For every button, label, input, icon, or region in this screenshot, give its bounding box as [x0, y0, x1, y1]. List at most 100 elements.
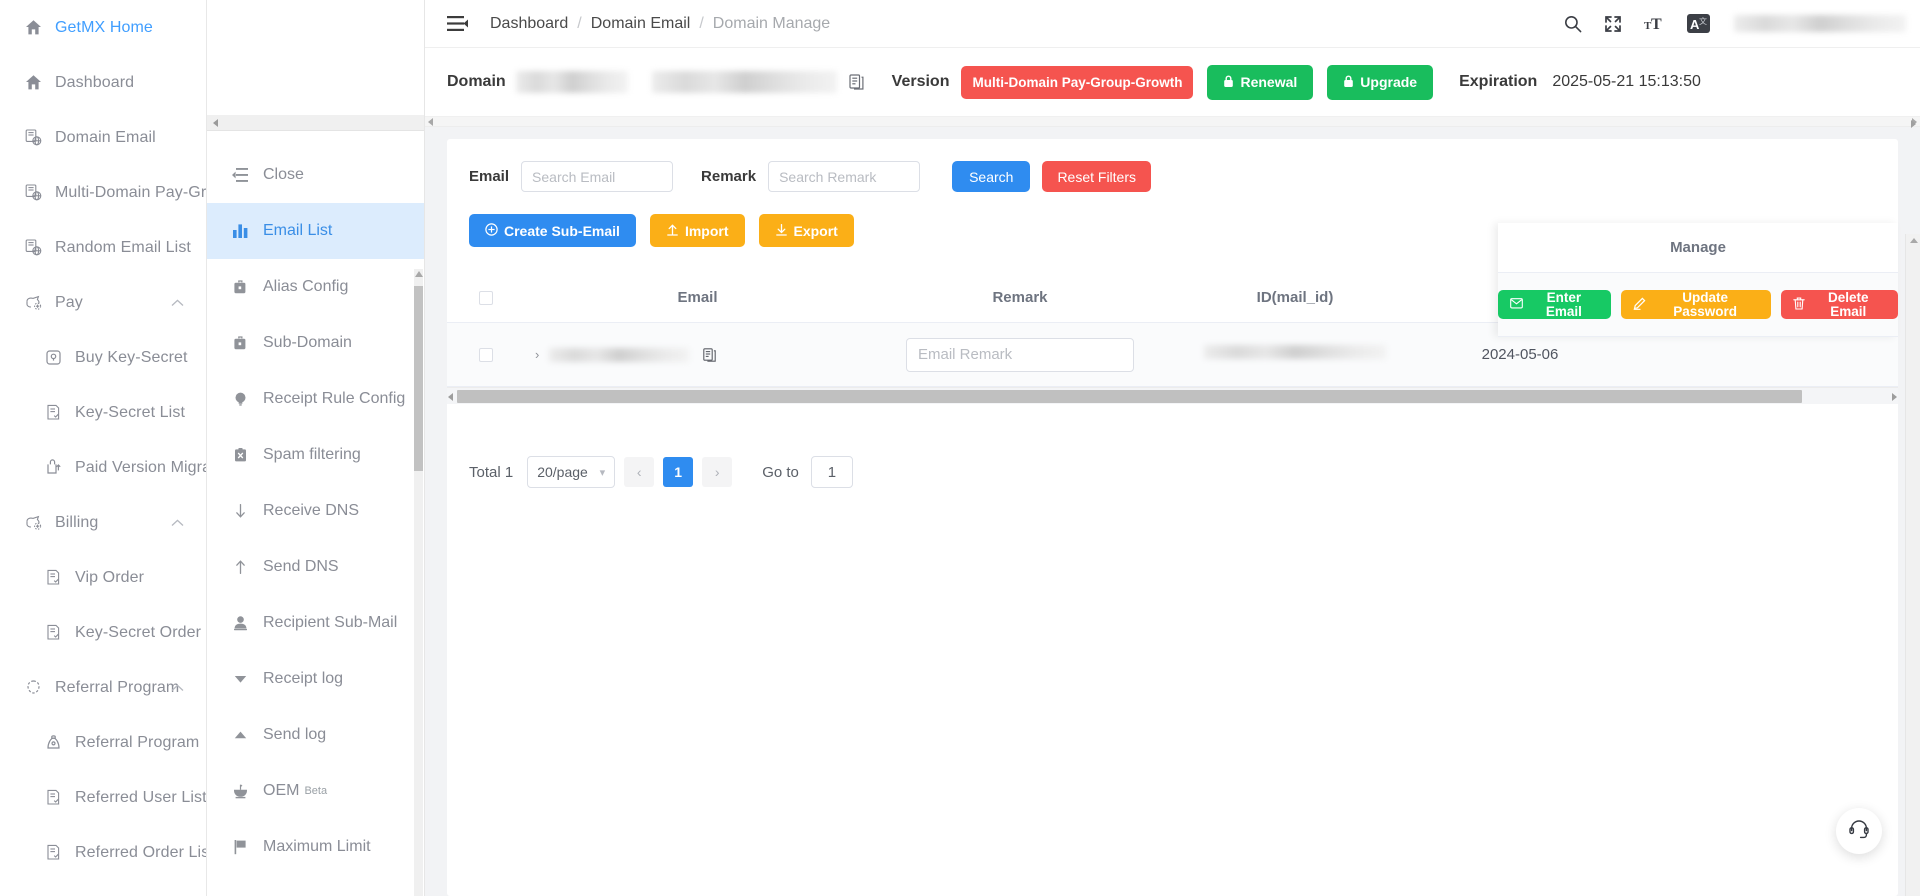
sidebar-item-vip-order[interactable]: Vip Order: [0, 550, 206, 605]
content-scroll-right-icon[interactable]: [1911, 120, 1916, 128]
breadcrumb-item-domain-email[interactable]: Domain Email: [591, 15, 691, 33]
sidebar-item-referred-order-list[interactable]: Referred Order List: [0, 825, 206, 880]
sidebar-item-billing[interactable]: Billing: [0, 495, 206, 550]
upload-icon: [666, 223, 679, 238]
hamburger-icon[interactable]: [447, 15, 468, 32]
enter-email-button[interactable]: Enter Email: [1498, 290, 1611, 319]
search-icon[interactable]: [1564, 15, 1582, 33]
font-size-icon[interactable]: T T: [1644, 15, 1665, 33]
submenu-item-spam-filtering[interactable]: Spam filtering: [207, 427, 424, 483]
svg-text:文: 文: [1699, 16, 1707, 26]
sidebar-item-key-secret-list[interactable]: Key-Secret List: [0, 385, 206, 440]
cell-remark: [870, 337, 1170, 372]
sidebar-item-key-secret-order[interactable]: Key-Secret Order: [0, 605, 206, 660]
chevron-up-icon[interactable]: [171, 514, 184, 532]
sidebar-item-label: Key-Secret List: [75, 403, 185, 421]
sidebar-item-buy-key-secret[interactable]: Buy Key-Secret: [0, 330, 206, 385]
expand-row-icon[interactable]: ›: [535, 347, 539, 362]
support-fab-button[interactable]: [1836, 808, 1882, 854]
sidebar-item-paid-version-migration[interactable]: Paid Version Migration: [0, 440, 206, 495]
scroll-up-icon[interactable]: [415, 271, 423, 277]
delete-email-button[interactable]: Delete Email: [1780, 290, 1898, 319]
import-button[interactable]: Import: [649, 214, 745, 247]
scrollbar-thumb[interactable]: [414, 286, 423, 471]
panel-collapse-bar[interactable]: [207, 115, 424, 131]
search-remark-input[interactable]: [768, 161, 921, 192]
column-header-email[interactable]: Email: [525, 289, 870, 306]
row-checkbox[interactable]: [479, 347, 493, 362]
fullscreen-icon[interactable]: [1604, 15, 1622, 33]
pagination-page-1[interactable]: 1: [663, 457, 694, 487]
sidebar-item-referral-program[interactable]: Referral Program: [0, 715, 206, 770]
sidebar-item-withdraw[interactable]: Withdraw: [0, 880, 206, 896]
submenu-item-send-log[interactable]: Send log: [207, 707, 424, 763]
collapse-left-icon[interactable]: [213, 118, 218, 127]
scroll-left-icon[interactable]: [428, 118, 433, 126]
upgrade-button-label: Upgrade: [1360, 74, 1418, 90]
lock-icon: [1223, 75, 1234, 90]
arrow-down-icon: [229, 503, 251, 519]
table-scroll-right-icon[interactable]: [1892, 393, 1897, 401]
submenu-item-receive-dns[interactable]: Receive DNS: [207, 483, 424, 539]
chevron-up-icon[interactable]: [171, 294, 184, 312]
column-header-remark[interactable]: Remark: [870, 289, 1170, 306]
update-password-button[interactable]: Update Password: [1620, 290, 1771, 319]
submenu-item-recipient-sub-mail[interactable]: Recipient Sub-Mail: [207, 595, 424, 651]
upgrade-button[interactable]: Upgrade: [1327, 64, 1434, 100]
page-size-select[interactable]: 20/page ▾: [527, 456, 616, 488]
page-vertical-scrollbar[interactable]: [1905, 234, 1920, 896]
migrate-icon: [42, 459, 64, 476]
submenu-item-receipt-rule-config[interactable]: Receipt Rule Config: [207, 371, 424, 427]
sidebar-item-label: Referred Order List: [75, 843, 207, 861]
sidebar-item-domain-email[interactable]: Domain Email: [0, 110, 206, 165]
pagination-prev-button[interactable]: ‹: [624, 457, 655, 487]
pagination-next-button[interactable]: ›: [702, 457, 733, 487]
sidebar-item-random-email-list[interactable]: Random Email List: [0, 220, 206, 275]
renewal-button[interactable]: Renewal: [1207, 64, 1314, 100]
table-scroll-left-icon[interactable]: [448, 393, 453, 401]
content-horizontal-scrollbar[interactable]: [425, 117, 1920, 127]
sidebar-item-multi-domain-pay-group[interactable]: Multi-Domain Pay-Group: [0, 165, 206, 220]
submenu-item-email-list[interactable]: Email List: [207, 203, 424, 259]
submenu-item-label: Send log: [263, 726, 327, 743]
table-horizontal-scrollbar[interactable]: [447, 387, 1898, 404]
sidebar-item-dashboard[interactable]: Dashboard: [0, 55, 206, 110]
chevron-up-icon[interactable]: [171, 679, 184, 697]
submenu-item-maximum-limit[interactable]: Maximum Limit: [207, 819, 424, 875]
submenu-item-sub-domain[interactable]: Sub-Domain: [207, 315, 424, 371]
user-account-label[interactable]: [1734, 15, 1906, 32]
submenu-item-alias-config[interactable]: Alias Config: [207, 259, 424, 315]
sidebar-item-pay[interactable]: Pay: [0, 275, 206, 330]
sidebar-item-getmx-home[interactable]: GetMX Home: [0, 0, 206, 55]
page-scroll-up-icon[interactable]: [1910, 238, 1918, 243]
copy-icon[interactable]: [849, 74, 864, 90]
submenu-item-label: Sub-Domain: [263, 334, 352, 351]
user-icon: [229, 615, 251, 631]
email-remark-input[interactable]: [906, 337, 1134, 372]
secondary-menu-panel: Close Email List Alias Config Sub-Domain Rec…: [207, 0, 425, 896]
submenu-item-send-dns[interactable]: Send DNS: [207, 539, 424, 595]
language-icon[interactable]: A 文: [1687, 14, 1710, 33]
bar-chart-icon: [229, 223, 251, 239]
search-button[interactable]: Search: [952, 161, 1031, 192]
submenu-item-close[interactable]: Close: [207, 147, 424, 203]
submenu-item-receipt-log[interactable]: Receipt log: [207, 651, 424, 707]
arrow-up-icon: [229, 559, 251, 575]
reset-filters-button[interactable]: Reset Filters: [1042, 161, 1152, 192]
table-scrollbar-thumb[interactable]: [457, 390, 1802, 403]
select-all-checkbox[interactable]: [479, 290, 493, 305]
sidebar-item-referral-program[interactable]: Referral Program: [0, 660, 206, 715]
search-email-input[interactable]: [521, 161, 674, 192]
export-button[interactable]: Export: [758, 214, 854, 247]
breadcrumb-item-dashboard[interactable]: Dashboard: [490, 15, 568, 33]
submenu-item-oem[interactable]: OEM Beta: [207, 763, 424, 819]
copy-email-icon[interactable]: [703, 347, 717, 362]
pagination-goto-input[interactable]: [810, 456, 853, 488]
sidebar-item-referred-user-list[interactable]: Referred User List: [0, 770, 206, 825]
create-sub-email-button[interactable]: Create Sub-Email: [469, 214, 636, 247]
sidebar-item-label: Domain Email: [55, 128, 156, 146]
column-header-id[interactable]: ID(mail_id): [1170, 289, 1420, 306]
date-value: 2024-05-06: [1481, 345, 1559, 363]
submenu-item-client-imap-pop-smtp[interactable]: Client IMAP/POP/SMTP: [207, 875, 424, 896]
secondary-menu-scrollbar[interactable]: [414, 269, 423, 896]
